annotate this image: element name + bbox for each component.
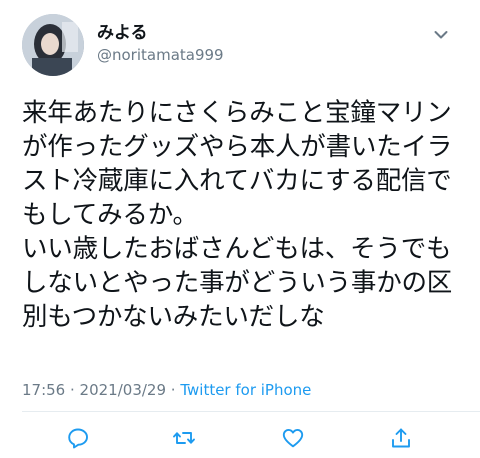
action-bar	[0, 426, 480, 450]
meta-separator: ·	[65, 381, 80, 399]
like-button[interactable]	[281, 426, 305, 450]
avatar-image	[22, 14, 84, 76]
tweet-meta: 17:56 · 2021/03/29 · Twitter for iPhone	[22, 380, 311, 400]
tweet-text: 来年あたりにさくらみこと宝鐘マリン が作ったグッズやら本人が書いたイラ スト冷蔵…	[22, 96, 470, 334]
tweet-line: 別もつかないみたいだしな	[22, 302, 325, 332]
reply-button[interactable]	[66, 426, 90, 450]
tweet-source-link[interactable]: Twitter for iPhone	[180, 381, 311, 399]
reply-icon	[68, 428, 88, 449]
display-name[interactable]: みよる	[97, 23, 224, 43]
avatar[interactable]	[22, 14, 84, 76]
user-info[interactable]: みよる @noritamata999	[97, 23, 224, 65]
tweet-time[interactable]: 17:56	[22, 381, 65, 399]
divider	[22, 411, 480, 412]
tweet-line: いい歳したおばさんどもは、そうでも	[22, 234, 452, 264]
share-button[interactable]	[389, 426, 413, 450]
retweet-icon	[173, 432, 195, 444]
tweet-line: 来年あたりにさくらみこと宝鐘マリン	[22, 98, 452, 128]
meta-separator: ·	[166, 381, 181, 399]
share-icon	[392, 428, 410, 448]
chevron-down-icon[interactable]	[434, 30, 448, 40]
user-handle[interactable]: @noritamata999	[97, 45, 224, 65]
retweet-button[interactable]	[172, 426, 196, 450]
tweet-line: しないとやった事がどういう事かの区	[22, 268, 453, 298]
tweet-line: もしてみるか。	[22, 200, 198, 230]
tweet-line: が作ったグッズやら本人が書いたイラ	[22, 132, 453, 162]
tweet-line: スト冷蔵庫に入れてバカにする配信で	[22, 166, 452, 196]
like-icon	[282, 428, 304, 448]
tweet-date[interactable]: 2021/03/29	[80, 381, 166, 399]
tweet-card: みよる @noritamata999 来年あたりにさくらみこと宝鐘マリン が作っ…	[0, 0, 480, 458]
